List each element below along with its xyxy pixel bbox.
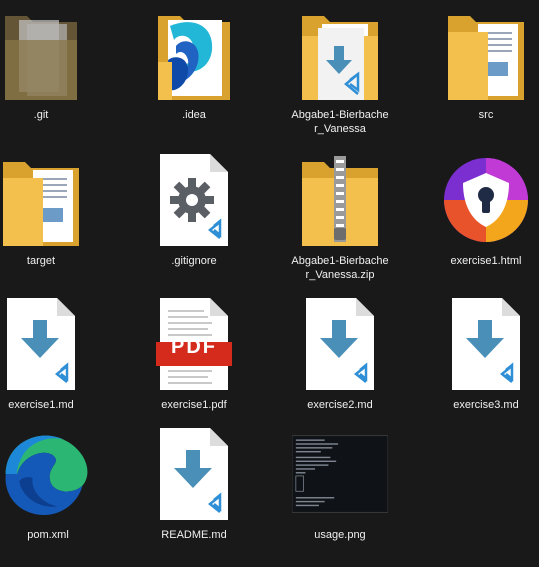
file-label: Abgabe1-Bierbache r_Vanessa.zip: [291, 255, 389, 281]
file-label: exercise3.md: [453, 399, 519, 411]
file-item-abgabe1-folder[interactable]: Abgabe1-Bierbache r_Vanessa: [285, 2, 395, 142]
file-label: exercise1.md: [8, 399, 74, 411]
file-item-git[interactable]: .git: [0, 2, 96, 142]
file-item-gitignore[interactable]: .gitignore: [139, 148, 249, 288]
file-item-abgabe1-zip[interactable]: Abgabe1-Bierbache r_Vanessa.zip: [285, 148, 395, 288]
file-item-target[interactable]: target: [0, 148, 96, 288]
file-item-exercise1-md[interactable]: exercise1.md: [0, 292, 96, 432]
file-label: src: [478, 109, 494, 121]
file-item-usage-png[interactable]: usage.png: [285, 422, 395, 562]
terminal-screenshot-thumbnail: [292, 426, 388, 522]
file-item-idea[interactable]: .idea: [139, 2, 249, 142]
hidden-folder-icon: [0, 6, 89, 102]
folder-with-vscode-file-icon: [292, 6, 388, 102]
vscode-markdown-file-icon: [438, 296, 534, 392]
file-item-exercise1-html[interactable]: exercise1.html: [431, 148, 539, 288]
gitignore-file-icon: [146, 152, 242, 248]
edge-browser-icon: [0, 426, 96, 522]
vscode-markdown-file-icon: [292, 296, 388, 392]
file-item-src[interactable]: src: [431, 2, 539, 142]
file-item-readme-md[interactable]: README.md: [139, 422, 249, 562]
file-label: .idea: [182, 109, 206, 121]
file-label: Abgabe1-Bierbache r_Vanessa: [291, 109, 389, 135]
file-item-exercise2-md[interactable]: exercise2.md: [285, 292, 395, 432]
file-item-exercise1-pdf[interactable]: PDF exercise1.pdf: [139, 292, 249, 432]
vscode-markdown-file-icon: [146, 426, 242, 522]
pdf-file-icon: PDF: [146, 296, 242, 392]
file-item-exercise3-md[interactable]: exercise3.md: [431, 292, 539, 432]
file-grid: .git .idea Abgabe1-Bierbache r_Vanessa s…: [0, 0, 539, 567]
avast-browser-icon: [438, 152, 534, 248]
folder-icon: [438, 6, 534, 102]
file-item-pom-xml[interactable]: pom.xml: [0, 422, 103, 562]
file-label: README.md: [161, 529, 227, 541]
file-label: .gitignore: [171, 255, 217, 267]
folder-icon: [0, 152, 89, 248]
intellij-folder-icon: [146, 6, 242, 102]
file-label: exercise1.pdf: [161, 399, 227, 411]
file-label: exercise1.html: [450, 255, 522, 267]
file-label: pom.xml: [27, 529, 69, 541]
file-label: target: [26, 255, 56, 267]
pdf-badge: PDF: [171, 335, 217, 358]
vscode-markdown-file-icon: [0, 296, 89, 392]
zip-folder-icon: [292, 152, 388, 248]
file-label: usage.png: [314, 529, 366, 541]
file-label: exercise2.md: [307, 399, 373, 411]
file-label: .git: [33, 109, 49, 121]
